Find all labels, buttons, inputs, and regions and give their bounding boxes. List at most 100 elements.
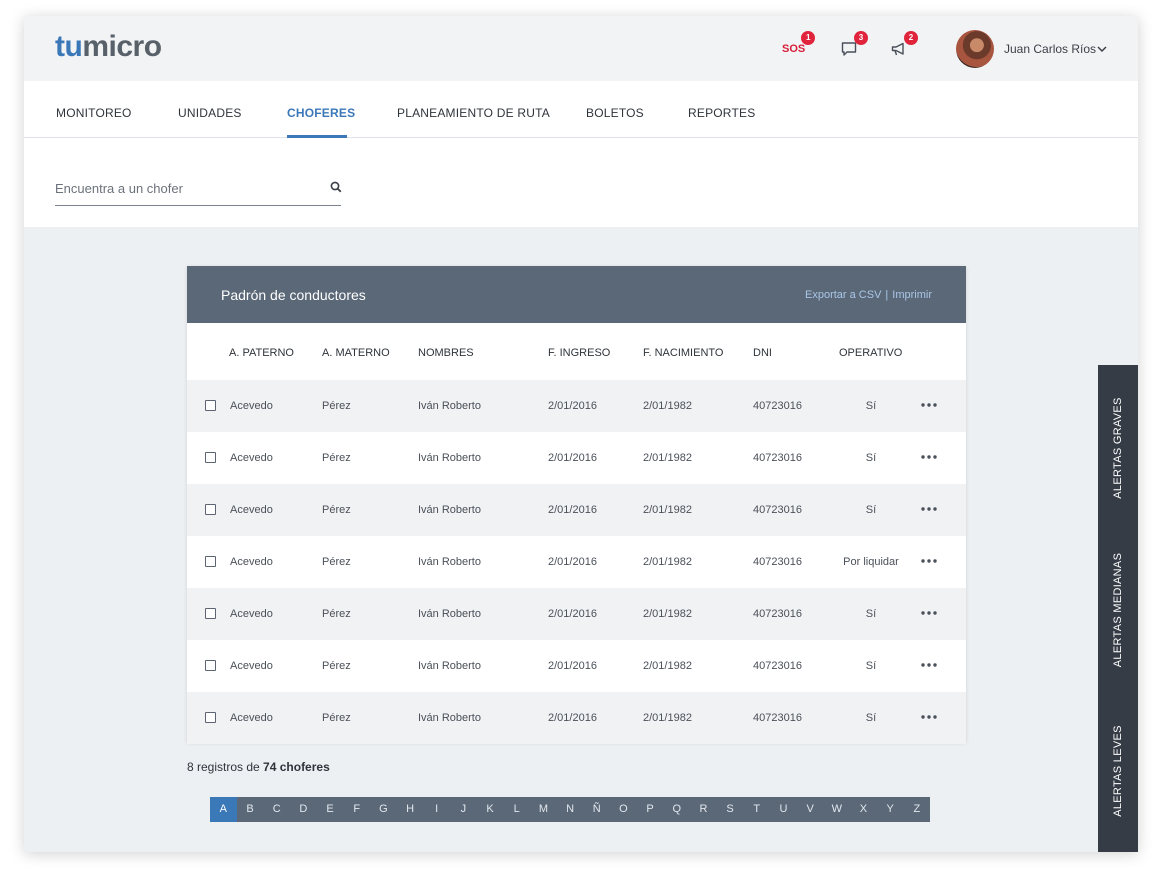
tab-choferes[interactable]: CHOFERES [287, 106, 355, 120]
alphabet-letter[interactable]: O [610, 797, 637, 822]
search-input[interactable] [55, 172, 341, 206]
cell-f-ingreso: 2/01/2016 [548, 452, 597, 464]
alphabet-letter[interactable]: K [477, 797, 504, 822]
more-dots-icon[interactable] [920, 452, 938, 462]
search-icon[interactable] [330, 181, 342, 193]
alphabet-letter[interactable]: D [290, 797, 317, 822]
col-operativo[interactable]: OPERATIVO [839, 346, 902, 360]
alphabet-letter[interactable]: W [823, 797, 850, 822]
row-checkbox[interactable] [205, 400, 216, 411]
records-total: 74 choferes [263, 760, 330, 774]
more-dots-icon[interactable] [920, 660, 938, 670]
row-checkbox[interactable] [205, 452, 216, 463]
more-dots-icon[interactable] [920, 608, 938, 618]
col-a-paterno[interactable]: A. PATERNO [229, 346, 294, 360]
cell-a-materno: Pérez [322, 660, 351, 672]
alphabet-letter[interactable]: Q [663, 797, 690, 822]
cell-f-nacimiento: 2/01/1982 [643, 504, 692, 516]
alphabet-letter[interactable]: B [237, 797, 264, 822]
table-row[interactable]: Acevedo Pérez Iván Roberto 2/01/2016 2/01/19… [187, 536, 966, 588]
announcements-button[interactable]: 2 [890, 31, 918, 58]
row-checkbox[interactable] [205, 660, 216, 671]
chevron-down-icon[interactable] [1096, 43, 1108, 55]
alphabet-letter[interactable]: L [503, 797, 530, 822]
logo-tu: tu [55, 30, 83, 63]
alphabet-letter[interactable]: C [263, 797, 290, 822]
row-checkbox[interactable] [205, 712, 216, 723]
alphabet-letter[interactable]: V [797, 797, 824, 822]
cell-f-nacimiento: 2/01/1982 [643, 712, 692, 724]
cell-a-paterno: Acevedo [230, 452, 273, 464]
cell-a-paterno: Acevedo [230, 660, 273, 672]
col-f-nacimiento[interactable]: F. NACIMIENTO [643, 346, 723, 360]
alphabet-letter[interactable]: P [637, 797, 664, 822]
alphabet-letter[interactable]: S [717, 797, 744, 822]
more-dots-icon[interactable] [920, 712, 938, 722]
alphabet-letter[interactable]: F [343, 797, 370, 822]
col-f-ingreso[interactable]: F. INGRESO [548, 346, 610, 360]
alphabet-letter[interactable]: N [557, 797, 584, 822]
tab-monitoreo[interactable]: MONITOREO [56, 106, 132, 120]
alphabet-letter[interactable]: T [743, 797, 770, 822]
avatar[interactable] [956, 30, 994, 68]
sos-button[interactable]: SOS 1 [782, 31, 816, 58]
table-row[interactable]: Acevedo Pérez Iván Roberto 2/01/2016 2/01/19… [187, 588, 966, 640]
alphabet-letter[interactable]: X [850, 797, 877, 822]
alphabet-letter[interactable]: J [450, 797, 477, 822]
cell-f-nacimiento: 2/01/1982 [643, 660, 692, 672]
alerts-graves-tab[interactable]: ALERTAS GRAVES [1098, 365, 1138, 530]
more-dots-icon[interactable] [920, 400, 938, 410]
col-nombres[interactable]: NOMBRES [418, 346, 474, 360]
cell-a-materno: Pérez [322, 504, 351, 516]
table-row[interactable]: Acevedo Pérez Iván Roberto 2/01/2016 2/01/19… [187, 484, 966, 536]
more-dots-icon[interactable] [920, 556, 938, 566]
table-title: Padrón de conductores [221, 287, 366, 303]
alphabet-letter[interactable]: M [530, 797, 557, 822]
cell-operativo: Sí [865, 452, 877, 464]
table-row[interactable]: Acevedo Pérez Iván Roberto 2/01/2016 2/01/19… [187, 640, 966, 692]
cell-a-paterno: Acevedo [230, 712, 273, 724]
tab-reportes[interactable]: REPORTES [688, 106, 755, 120]
alphabet-letter[interactable]: I [423, 797, 450, 822]
user-name[interactable]: Juan Carlos Ríos [1004, 41, 1096, 57]
alphabet-letter[interactable]: Y [877, 797, 904, 822]
records-prefix: 8 registros de [187, 760, 260, 774]
row-checkbox[interactable] [205, 504, 216, 515]
more-dots-icon[interactable] [920, 504, 938, 514]
print-link[interactable]: Imprimir [892, 289, 932, 301]
alphabet-letter[interactable]: R [690, 797, 717, 822]
col-a-materno[interactable]: A. MATERNO [322, 346, 390, 360]
col-dni[interactable]: DNI [753, 346, 772, 360]
table-row[interactable]: Acevedo Pérez Iván Roberto 2/01/2016 2/01/19… [187, 380, 966, 432]
cell-dni: 40723016 [753, 712, 802, 724]
row-checkbox[interactable] [205, 608, 216, 619]
cell-f-nacimiento: 2/01/1982 [643, 400, 692, 412]
cell-f-ingreso: 2/01/2016 [548, 608, 597, 620]
search-band [24, 138, 1138, 227]
alphabet-letter[interactable]: E [317, 797, 344, 822]
alphabet-letter[interactable]: Z [903, 797, 930, 822]
logo[interactable]: tumicro [55, 30, 162, 64]
cell-operativo: Sí [865, 660, 877, 672]
tab-unidades[interactable]: UNIDADES [178, 106, 242, 120]
cell-a-materno: Pérez [322, 452, 351, 464]
alphabet-letter[interactable]: U [770, 797, 797, 822]
messages-button[interactable]: 3 [840, 31, 868, 58]
table-row[interactable]: Acevedo Pérez Iván Roberto 2/01/2016 2/01/19… [187, 692, 966, 744]
cell-operativo: Sí [865, 712, 877, 724]
cell-dni: 40723016 [753, 608, 802, 620]
table-row[interactable]: Acevedo Pérez Iván Roberto 2/01/2016 2/01/19… [187, 432, 966, 484]
alphabet-letter[interactable]: A [210, 797, 237, 822]
alphabet-letter[interactable]: G [370, 797, 397, 822]
cell-a-paterno: Acevedo [230, 556, 273, 568]
cell-f-ingreso: 2/01/2016 [548, 504, 597, 516]
export-csv-link[interactable]: Exportar a CSV [805, 289, 881, 301]
tab-planeamiento-de-ruta[interactable]: PLANEAMIENTO DE RUTA [397, 106, 550, 120]
row-checkbox[interactable] [205, 556, 216, 567]
alerts-medianas-tab[interactable]: ALERTAS MEDIANAS [1098, 530, 1138, 690]
tab-boletos[interactable]: BOLETOS [586, 106, 644, 120]
alerts-leves-tab[interactable]: ALERTAS LEVES [1098, 690, 1138, 852]
alphabet-letter[interactable]: H [397, 797, 424, 822]
cell-dni: 40723016 [753, 400, 802, 412]
alphabet-letter[interactable]: Ñ [583, 797, 610, 822]
